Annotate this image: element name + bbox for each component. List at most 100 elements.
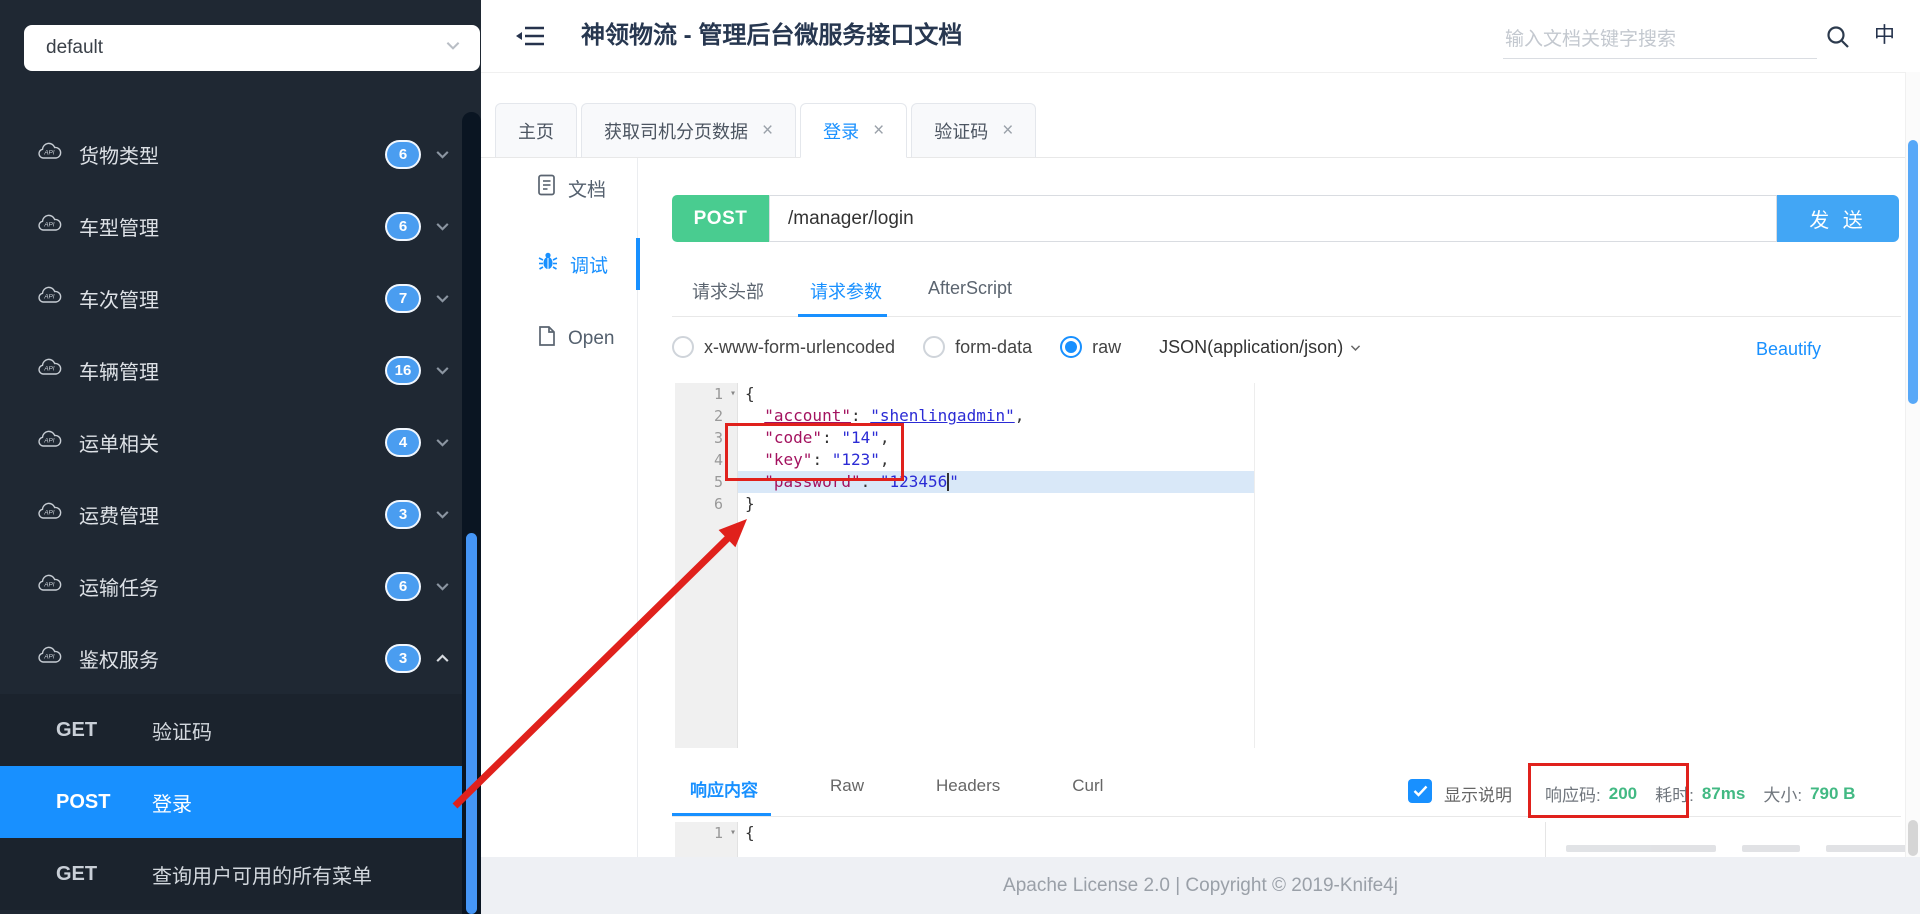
body-type-label: raw	[1092, 336, 1122, 357]
chevron-down-icon	[434, 218, 451, 235]
body-type-label: form-data	[955, 336, 1033, 357]
api-cloud-icon: API	[36, 285, 63, 312]
nav-item-docs[interactable]: 文档	[537, 174, 606, 202]
code-line[interactable]: "code": "14",	[745, 427, 1900, 449]
nav-item-debug[interactable]: 调试	[537, 250, 608, 278]
sidebar-sections: API 货物类型 6 API 车型管理 6 API 车次管理 7 API 车辆管…	[0, 118, 481, 694]
language-toggle[interactable]: 中	[1874, 0, 1895, 72]
sidebar-group-5[interactable]: API 运费管理 3	[0, 478, 481, 550]
method-badge: POST	[672, 195, 769, 242]
radio-icon[interactable]	[923, 336, 946, 358]
code-line[interactable]: }	[745, 493, 1900, 515]
main-scrollbar-thumb[interactable]	[1908, 140, 1918, 404]
search-input[interactable]	[1503, 20, 1821, 60]
http-method-label: GET	[56, 862, 98, 885]
chevron-down-icon	[434, 434, 451, 451]
nav-item-label: 调试	[570, 255, 609, 277]
beautify-link[interactable]: Beautify	[1756, 339, 1821, 360]
line-number: 1 ▾	[713, 383, 736, 405]
request-tab-2[interactable]: AfterScript	[928, 278, 1012, 304]
response-panel-divider	[1545, 822, 1546, 857]
response-tab-0[interactable]: 响应内容	[690, 776, 758, 801]
endpoint-count-badge: 3	[385, 643, 421, 673]
code-line[interactable]: {	[745, 383, 1900, 405]
body-type-radios: x-www-form-urlencoded form-data raw JSON…	[672, 336, 1362, 358]
http-method-label: POST	[56, 790, 111, 813]
send-button[interactable]: 发 送	[1777, 195, 1899, 242]
sidebar-group-label: 运输任务	[79, 577, 159, 600]
doc-tab-2[interactable]: 登录 ×	[800, 103, 908, 158]
sidebar-group-6[interactable]: API 运输任务 6	[0, 550, 481, 622]
sidebar-group-3[interactable]: API 车辆管理 16	[0, 334, 481, 406]
endpoint-label: 登录	[152, 793, 192, 816]
search-icon[interactable]	[1825, 24, 1851, 55]
response-tab-3[interactable]: Curl	[1072, 776, 1103, 801]
svg-text:API: API	[43, 653, 55, 660]
doc-tab-label: 主页	[518, 121, 554, 142]
editor-code[interactable]: { "account": "shenlingadmin", "code": "1…	[745, 383, 1900, 515]
fold-caret-icon[interactable]: ▾	[730, 383, 736, 405]
close-icon[interactable]: ×	[762, 120, 773, 142]
close-icon[interactable]: ×	[873, 120, 884, 142]
doc-tab-1[interactable]: 获取司机分页数据 ×	[581, 103, 797, 158]
clipped-description-row	[1566, 845, 1920, 852]
nav-item-open[interactable]: Open	[537, 325, 614, 353]
sidebar-endpoints: GET 验证码 POST 登录 GET 查询用户可用的所有菜单	[0, 694, 481, 910]
radio-icon[interactable]	[1060, 336, 1083, 358]
endpoint-item-1[interactable]: POST 登录	[0, 766, 481, 838]
show-description-checkbox[interactable]	[1408, 779, 1432, 803]
close-icon[interactable]: ×	[1002, 120, 1013, 142]
endpoint-label: 验证码	[152, 721, 212, 744]
sidebar-group-1[interactable]: API 车型管理 6	[0, 190, 481, 262]
group-select-value: default	[46, 37, 104, 58]
menu-fold-icon[interactable]	[515, 23, 547, 54]
api-cloud-icon: API	[36, 141, 63, 168]
endpoint-count-badge: 16	[385, 355, 421, 385]
doc-tab-label: 验证码	[934, 121, 989, 142]
show-description-label: 显示说明	[1444, 786, 1512, 805]
body-type-1[interactable]: form-data	[923, 336, 1032, 358]
sidebar-group-7[interactable]: API 鉴权服务 3	[0, 622, 481, 694]
sidebar-group-label: 运费管理	[79, 505, 159, 528]
group-select[interactable]: default	[24, 25, 480, 71]
request-tab-0[interactable]: 请求头部	[692, 278, 764, 304]
document-icon	[537, 174, 557, 202]
active-nav-indicator	[636, 238, 640, 290]
sidebar-group-label: 货物类型	[79, 145, 159, 168]
body-type-label: x-www-form-urlencoded	[704, 336, 896, 357]
chevron-down-icon	[434, 578, 451, 595]
chevron-down-icon	[434, 362, 451, 379]
endpoint-item-0[interactable]: GET 验证码	[0, 694, 481, 766]
response-tab-1[interactable]: Raw	[830, 776, 864, 801]
sidebar-group-label: 车型管理	[79, 217, 159, 240]
size-label: 大小:	[1763, 786, 1803, 805]
response-tab-2[interactable]: Headers	[936, 776, 1000, 801]
doc-search	[1503, 20, 1821, 60]
sidebar-group-4[interactable]: API 运单相关 4	[0, 406, 481, 478]
content-type-select[interactable]: JSON(application/json)	[1159, 337, 1362, 358]
endpoint-item-2[interactable]: GET 查询用户可用的所有菜单	[0, 838, 481, 910]
request-tab-1[interactable]: 请求参数	[810, 278, 882, 304]
doc-tab-0[interactable]: 主页	[495, 103, 577, 158]
body-type-0[interactable]: x-www-form-urlencoded	[672, 336, 895, 358]
sidebar-group-label: 运单相关	[79, 433, 159, 456]
doc-tab-label: 登录	[823, 121, 860, 142]
radio-icon[interactable]	[672, 336, 694, 358]
response-first-line: {	[745, 823, 755, 842]
bug-icon	[537, 250, 559, 278]
page-title: 神领物流 - 管理后台微服务接口文档	[581, 22, 963, 49]
chevron-down-icon	[444, 36, 462, 60]
code-line[interactable]: "key": "123",	[745, 449, 1900, 471]
sidebar-group-label: 车辆管理	[79, 361, 159, 384]
body-type-2[interactable]: raw	[1060, 336, 1121, 358]
code-line[interactable]: "account": "shenlingadmin",	[745, 405, 1900, 427]
sidebar-group-0[interactable]: API 货物类型 6	[0, 118, 481, 190]
panel-scrollbar-thumb[interactable]	[1908, 820, 1918, 856]
code-line[interactable]: "password": "123456 "	[745, 471, 1900, 493]
fold-caret-icon[interactable]: ▾	[730, 822, 736, 844]
sidebar-scrollbar-thumb[interactable]	[466, 533, 477, 914]
doc-tab-3[interactable]: 验证码 ×	[911, 103, 1037, 158]
doc-tab-label: 获取司机分页数据	[604, 121, 748, 142]
sidebar-group-2[interactable]: API 车次管理 7	[0, 262, 481, 334]
request-url-input[interactable]	[769, 195, 1777, 242]
